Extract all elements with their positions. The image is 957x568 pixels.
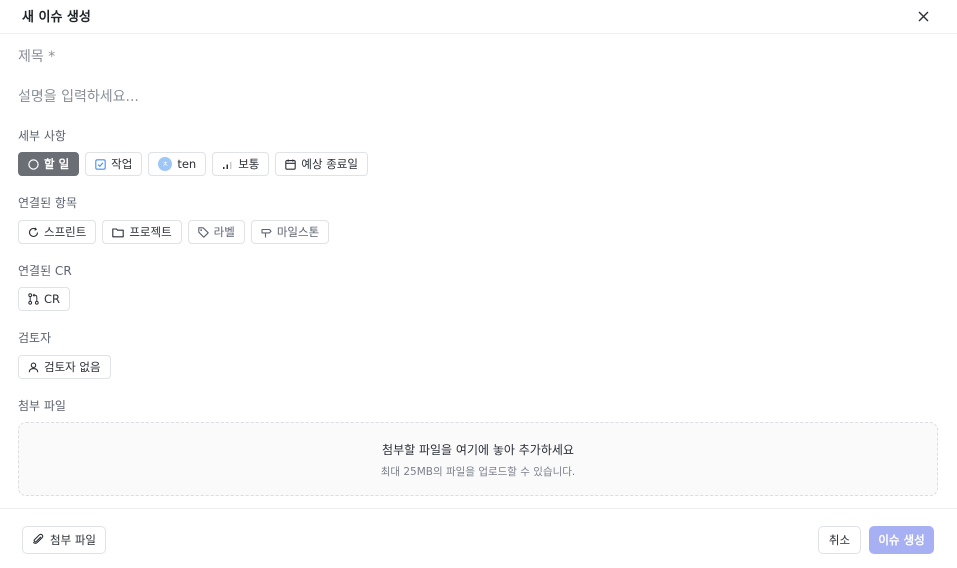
details-chips: 할 일 작업 ㅊ ten 보통 예상 종료일 [18, 152, 368, 176]
create-issue-button[interactable]: 이슈 생성 [869, 526, 934, 554]
priority-chip[interactable]: 보통 [212, 152, 270, 176]
cancel-button[interactable]: 취소 [818, 526, 861, 554]
paperclip-icon [32, 533, 44, 548]
cr-chips: CR [18, 287, 71, 311]
attach-file-button[interactable]: 첨부 파일 [22, 526, 106, 554]
reviewer-none-label: 검토자 없음 [44, 360, 101, 374]
reviewer-label: 검토자 [18, 331, 52, 345]
git-pull-request-icon [28, 293, 39, 305]
project-chip[interactable]: 프로젝트 [102, 220, 182, 244]
reviewer-chip[interactable]: 검토자 없음 [18, 355, 111, 379]
priority-label: 보통 [238, 157, 260, 171]
type-chip[interactable]: 작업 [85, 152, 143, 176]
sprint-chip[interactable]: 스프린트 [18, 220, 97, 244]
circle-icon [28, 158, 39, 170]
signal-bars-icon [222, 159, 233, 170]
due-date-label: 예상 종료일 [301, 157, 358, 171]
label-chip[interactable]: 라벨 [187, 220, 245, 244]
assignee-label: ten [177, 157, 197, 171]
close-button[interactable] [913, 6, 933, 26]
attach-file-label: 첨부 파일 [50, 533, 96, 547]
close-icon [918, 7, 929, 26]
label-chip-label: 라벨 [213, 225, 235, 239]
status-label: 할 일 [44, 157, 70, 171]
tag-icon [197, 226, 209, 238]
linked-items-label: 연결된 항목 [18, 196, 78, 210]
project-label: 프로젝트 [129, 225, 172, 239]
dropzone-title: 첨부할 파일을 여기에 놓아 추가하세요 [382, 443, 574, 457]
due-date-chip[interactable]: 예상 종료일 [275, 152, 368, 176]
checkbox-icon [95, 158, 106, 170]
status-chip[interactable]: 할 일 [18, 152, 80, 176]
file-dropzone[interactable]: 첨부할 파일을 여기에 놓아 추가하세요 최대 25MB의 파일을 업로드할 수… [18, 422, 938, 496]
sprint-label: 스프린트 [44, 225, 87, 239]
attachments-label: 첨부 파일 [18, 399, 66, 413]
assignee-chip[interactable]: ㅊ ten [148, 152, 207, 176]
cr-chip[interactable]: CR [18, 287, 71, 311]
refresh-icon [28, 226, 39, 238]
calendar-icon [285, 159, 297, 170]
title-input[interactable] [18, 46, 918, 68]
milestone-label: 마일스톤 [276, 225, 320, 239]
linked-chips: 스프린트 프로젝트 라벨 마일스톤 [18, 220, 330, 244]
linked-cr-label: 연결된 CR [18, 264, 72, 278]
folder-icon [112, 227, 125, 238]
dialog-title: 새 이슈 생성 [22, 10, 91, 25]
type-label: 작업 [111, 157, 133, 171]
details-label: 세부 사항 [18, 129, 66, 143]
signpost-icon [261, 227, 272, 238]
reviewer-chips: 검토자 없음 [18, 355, 111, 379]
cr-label: CR [44, 292, 61, 306]
dialog-footer: 첨부 파일 취소 이슈 생성 [0, 508, 957, 568]
dialog-header: 새 이슈 생성 [0, 0, 957, 34]
create-issue-dialog: 새 이슈 생성 세부 사항 할 일 작업 ㅊ ten [0, 0, 957, 568]
avatar: ㅊ [158, 157, 173, 171]
description-input[interactable] [18, 86, 918, 108]
milestone-chip[interactable]: 마일스톤 [250, 220, 330, 244]
dropzone-subtitle: 최대 25MB의 파일을 업로드할 수 있습니다. [380, 466, 576, 478]
user-icon [28, 362, 39, 373]
